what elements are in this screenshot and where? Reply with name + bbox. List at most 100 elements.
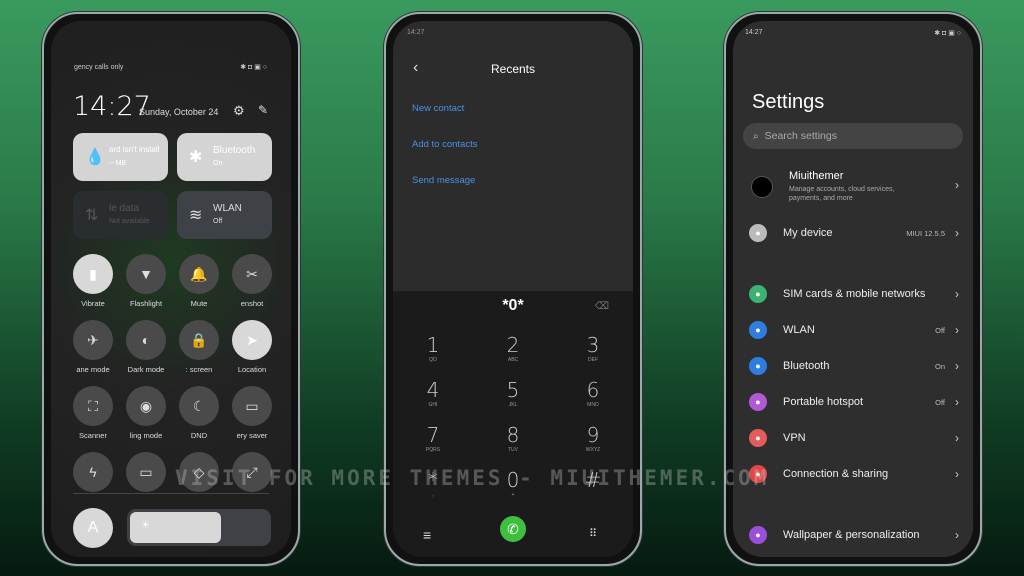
settings-gear-icon[interactable]: ⚙: [233, 103, 245, 119]
page-title: Settings: [752, 91, 825, 113]
chevron-right-icon: ›: [955, 323, 959, 337]
lock-icon: 🔒: [190, 331, 208, 348]
toggle-vibrate[interactable]: ▮: [73, 254, 113, 294]
toggle-cast[interactable]: ▭: [126, 452, 166, 492]
row-label: Portable hotspot: [783, 396, 864, 408]
brightness-slider[interactable]: ☀: [127, 509, 271, 546]
lightning-icon: ϟ: [89, 464, 97, 480]
toggle-dark-mode[interactable]: ◐: [126, 320, 166, 360]
menu-icon[interactable]: ≡: [423, 527, 431, 543]
key-digit: 8: [506, 423, 520, 447]
account-desc: Manage accounts, cloud services, payment…: [789, 186, 895, 202]
tile-mobile-data[interactable]: ⇅ le data Not available: [73, 191, 168, 239]
row-label: VPN: [783, 432, 806, 444]
settings-row-vpn[interactable]: ● VPN ›: [749, 423, 959, 453]
key-5[interactable]: 5 JKL: [483, 378, 543, 408]
toggle-label: Vibrate: [81, 299, 105, 308]
key-letters: DEF: [588, 357, 598, 363]
key-letters: GHI: [428, 402, 438, 408]
key-9[interactable]: 9 WXYZ: [563, 423, 623, 453]
key-letters: TUV: [508, 447, 518, 453]
settings-row-wallpaper-personalization[interactable]: ● Wallpaper & personalization ›: [749, 520, 959, 550]
page-title: Recents: [490, 62, 536, 76]
search-input[interactable]: ⌕ Search settings: [743, 123, 963, 149]
settings-row-my-device[interactable]: ● My device MIUI 12.5.5 ›: [749, 218, 959, 248]
key-letters: WXYZ: [585, 447, 601, 453]
toggle-location[interactable]: ➤: [232, 320, 272, 360]
call-button[interactable]: ✆: [500, 516, 526, 542]
toggle-dnd[interactable]: ☾: [179, 386, 219, 426]
key-letters: QO: [429, 357, 437, 363]
backspace-icon[interactable]: ⌫: [595, 301, 609, 312]
status-time: 14:27: [745, 29, 763, 36]
tile-title: WLAN: [213, 203, 242, 214]
vpn-icon: ●: [749, 429, 767, 447]
toggle-lightning[interactable]: ϟ: [73, 452, 113, 492]
toggle-label: DND: [190, 431, 208, 440]
key-digit: 6: [586, 378, 600, 402]
search-placeholder: Search settings: [764, 130, 837, 142]
chevron-right-icon: ›: [955, 431, 959, 445]
toggle-label: Location: [237, 365, 267, 374]
account-name: Miuithemer: [789, 170, 844, 182]
key-digit: 1: [426, 333, 440, 357]
toggle-ery-saver[interactable]: ▭: [232, 386, 272, 426]
tile-bluetooth[interactable]: ✱ Bluetooth On: [177, 133, 272, 181]
toggle-enshot[interactable]: ✂: [232, 254, 272, 294]
tile-title: le data: [109, 203, 140, 214]
edit-icon[interactable]: ✎: [258, 103, 268, 117]
tile-subtitle: On: [213, 160, 223, 167]
key-1[interactable]: 1 QO: [403, 333, 463, 363]
toggle-mute[interactable]: 🔔: [179, 254, 219, 294]
toggle--screen[interactable]: 🔒: [179, 320, 219, 360]
settings-row-wlan[interactable]: ● WLAN Off ›: [749, 315, 959, 345]
key-digit: 4: [426, 378, 440, 402]
key-4[interactable]: 4 GHI: [403, 378, 463, 408]
settings-row-connection-sharing[interactable]: ● Connection & sharing ›: [749, 459, 959, 489]
status-icons: ✱ ◘ ▣ ○: [934, 30, 961, 37]
chevron-right-icon: ›: [955, 528, 959, 542]
key-3[interactable]: 3 DEF: [563, 333, 623, 363]
tile-wifi[interactable]: ≋ WLAN Off: [177, 191, 272, 239]
toggle-label: Flashlight: [129, 299, 163, 308]
key-6[interactable]: 6 MNO: [563, 378, 623, 408]
settings-row-sim-cards-mobile-networks[interactable]: ● SIM cards & mobile networks ›: [749, 279, 959, 309]
keypad-icon[interactable]: ⠿: [589, 527, 597, 540]
toggle-label: Mute: [190, 299, 208, 308]
action-new-contact[interactable]: New contact: [412, 103, 464, 114]
toggle-ane-mode[interactable]: ✈: [73, 320, 113, 360]
row-value: MIUI 12.5.5: [906, 228, 945, 238]
phone-icon: ●: [749, 224, 767, 242]
action-add-to-contacts[interactable]: Add to contacts: [412, 139, 477, 150]
key-8[interactable]: 8 TUV: [483, 423, 543, 453]
tile-subtitle: Not available: [109, 218, 150, 225]
divider: [73, 493, 269, 494]
bluetooth-icon: ●: [749, 357, 767, 375]
toggle-label: Scanner: [79, 431, 107, 440]
key-letters: ,: [432, 492, 434, 498]
toggle-flashlight[interactable]: ▼: [126, 254, 166, 294]
toggle-label: enshot: [240, 299, 264, 308]
row-label: Wallpaper & personalization: [783, 529, 920, 541]
settings-row-portable-hotspot[interactable]: ● Portable hotspot Off ›: [749, 387, 959, 417]
dark-mode-icon: ◐: [141, 332, 151, 348]
sim-icon: ●: [749, 285, 767, 303]
wifi-icon: ≋: [189, 207, 203, 224]
key-letters: MNO: [587, 402, 599, 408]
tile-water-drop[interactable]: 💧 ard isn't install -- MB: [73, 133, 168, 181]
scanner-icon: ⛶: [88, 397, 98, 414]
key-2[interactable]: 2 ABC: [483, 333, 543, 363]
key-7[interactable]: 7 PQRS: [403, 423, 463, 453]
toggle-ling-mode[interactable]: ◉: [126, 386, 166, 426]
toggle-scanner[interactable]: ⛶: [73, 386, 113, 426]
location-icon: ➤: [246, 331, 258, 348]
toggle-label: ane mode: [76, 365, 110, 374]
settings-row-bluetooth[interactable]: ● Bluetooth On ›: [749, 351, 959, 381]
bell-icon: 🔔: [190, 265, 208, 282]
account-row[interactable]: Miuithemer Manage accounts, cloud servic…: [749, 168, 959, 208]
auto-brightness-button[interactable]: A: [73, 508, 113, 548]
bluetooth-icon: ✱: [189, 149, 203, 166]
action-send-message[interactable]: Send message: [412, 175, 475, 186]
avatar: [751, 176, 773, 198]
watermark: VISIT FOR MORE THEMES - MIUITHEMER.COM: [175, 466, 770, 490]
